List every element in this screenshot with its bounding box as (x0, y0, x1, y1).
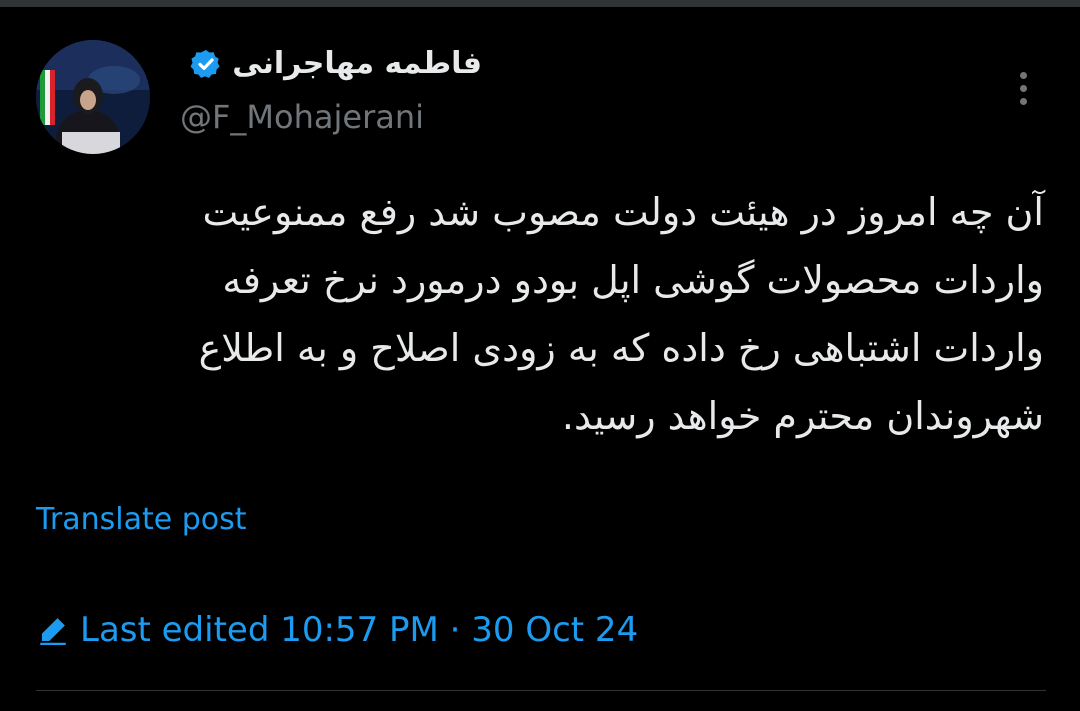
pencil-icon (36, 613, 70, 647)
last-edited-label: Last edited 10:57 PM · 30 Oct 24 (80, 610, 639, 650)
more-options-icon-dot (1019, 97, 1027, 105)
author-handle[interactable]: @F_Mohajerani (180, 98, 424, 136)
display-name[interactable]: فاطمه مهاجرانی (232, 46, 482, 81)
bottom-divider (36, 690, 1046, 691)
more-options-button[interactable] (1006, 66, 1040, 110)
post-text: آن چه امروز در هیئت دولت مصوب شد رفع ممن… (198, 190, 1044, 438)
verified-badge-icon[interactable] (190, 48, 222, 80)
translate-post-link[interactable]: Translate post (36, 502, 247, 537)
more-options-icon-dot (1019, 84, 1027, 92)
last-edited-link[interactable]: Last edited 10:57 PM · 30 Oct 24 (36, 610, 638, 650)
more-options-icon (1019, 71, 1027, 79)
avatar[interactable] (36, 40, 150, 154)
top-divider (0, 0, 1080, 7)
author-name-row[interactable]: فاطمه مهاجرانی (190, 46, 482, 81)
profile-photo-icon (36, 40, 150, 154)
